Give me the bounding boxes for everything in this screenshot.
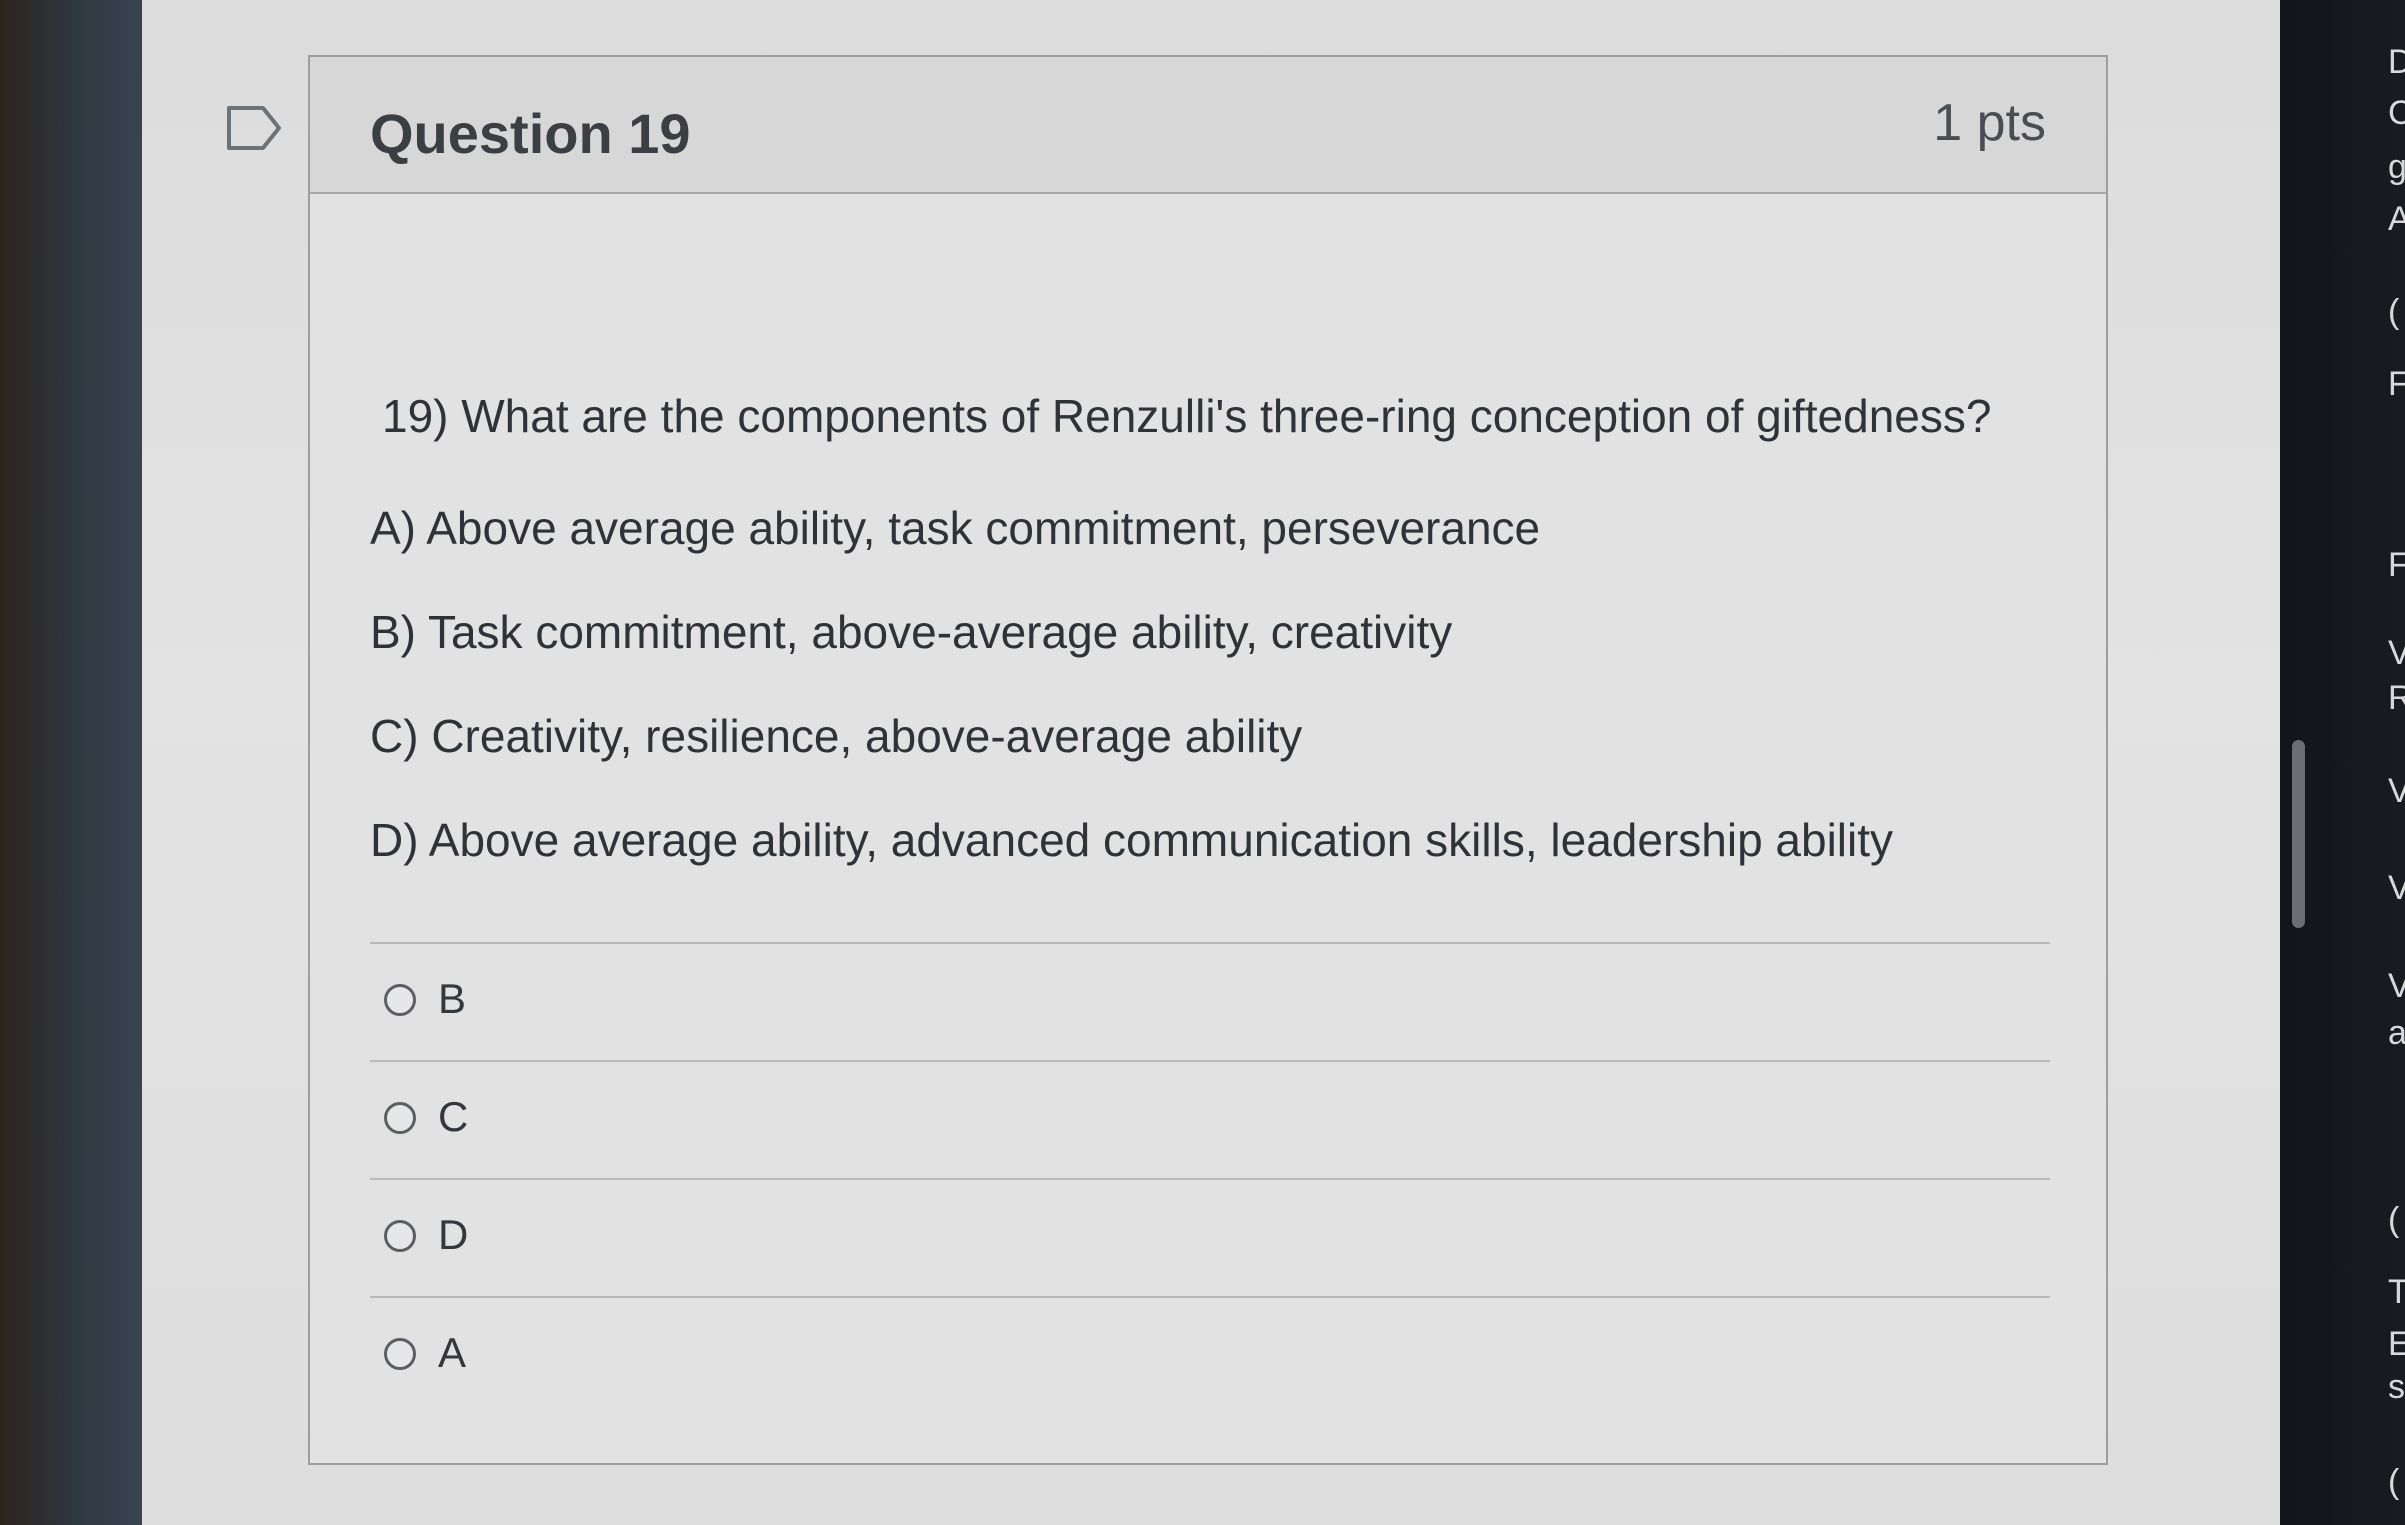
answer-choice-d[interactable]: D bbox=[370, 1178, 2050, 1296]
side-letter: V bbox=[2388, 772, 2405, 810]
question-header: Question 19 1 pts bbox=[310, 57, 2106, 194]
flag-icon[interactable] bbox=[225, 104, 285, 152]
side-letter: F bbox=[2388, 365, 2405, 403]
side-letter: V bbox=[2388, 869, 2405, 907]
side-letter: a bbox=[2388, 1014, 2405, 1052]
answer-label-d[interactable]: D bbox=[438, 1211, 468, 1259]
question-title: Question 19 bbox=[370, 102, 691, 165]
side-panel-text: D C g A ( F F V R V V V a ( T E s ( bbox=[2388, 0, 2405, 1525]
side-letter: ( bbox=[2388, 1201, 2400, 1239]
radio-button-icon[interactable] bbox=[384, 1338, 416, 1370]
radio-button-icon[interactable] bbox=[384, 1220, 416, 1252]
side-letter: s bbox=[2388, 1368, 2405, 1406]
side-letter: V bbox=[2388, 634, 2405, 672]
scrollbar-thumb[interactable] bbox=[2292, 740, 2305, 928]
side-letter: ( bbox=[2388, 1463, 2400, 1501]
answer-label-c[interactable]: C bbox=[438, 1093, 468, 1141]
question-points: 1 pts bbox=[1933, 94, 2046, 152]
side-letter: ( bbox=[2388, 293, 2400, 331]
monitor-bezel-left bbox=[0, 0, 142, 1525]
side-letter: g bbox=[2388, 148, 2405, 186]
answer-label-a[interactable]: A bbox=[438, 1329, 466, 1377]
option-b-text: B) Task commitment, above-average abilit… bbox=[370, 606, 1453, 658]
side-letter: E bbox=[2388, 1325, 2405, 1363]
answer-choice-b[interactable]: B bbox=[370, 942, 2050, 1060]
side-letter: T bbox=[2388, 1273, 2405, 1311]
side-letter: A bbox=[2388, 200, 2405, 238]
radio-button-icon[interactable] bbox=[384, 1102, 416, 1134]
answer-choices: B C D A bbox=[370, 942, 2050, 1414]
question-card: Question 19 1 pts 19) What are the compo… bbox=[308, 55, 2108, 1465]
option-a-text: A) Above average ability, task commitmen… bbox=[370, 502, 1541, 554]
answer-choice-c[interactable]: C bbox=[370, 1060, 2050, 1178]
side-letter: R bbox=[2388, 679, 2405, 717]
side-letter: V bbox=[2388, 967, 2405, 1005]
option-c-text: C) Creativity, resilience, above-average… bbox=[370, 710, 1303, 762]
question-text: 19) What are the components of Renzulli'… bbox=[382, 390, 1992, 442]
side-letter: F bbox=[2388, 546, 2405, 584]
side-letter: D bbox=[2388, 43, 2405, 81]
answer-label-b[interactable]: B bbox=[438, 975, 466, 1023]
answer-choice-a[interactable]: A bbox=[370, 1296, 2050, 1414]
side-letter: C bbox=[2388, 94, 2405, 132]
radio-button-icon[interactable] bbox=[384, 984, 416, 1016]
option-d-text: D) Above average ability, advanced commu… bbox=[370, 814, 1894, 866]
